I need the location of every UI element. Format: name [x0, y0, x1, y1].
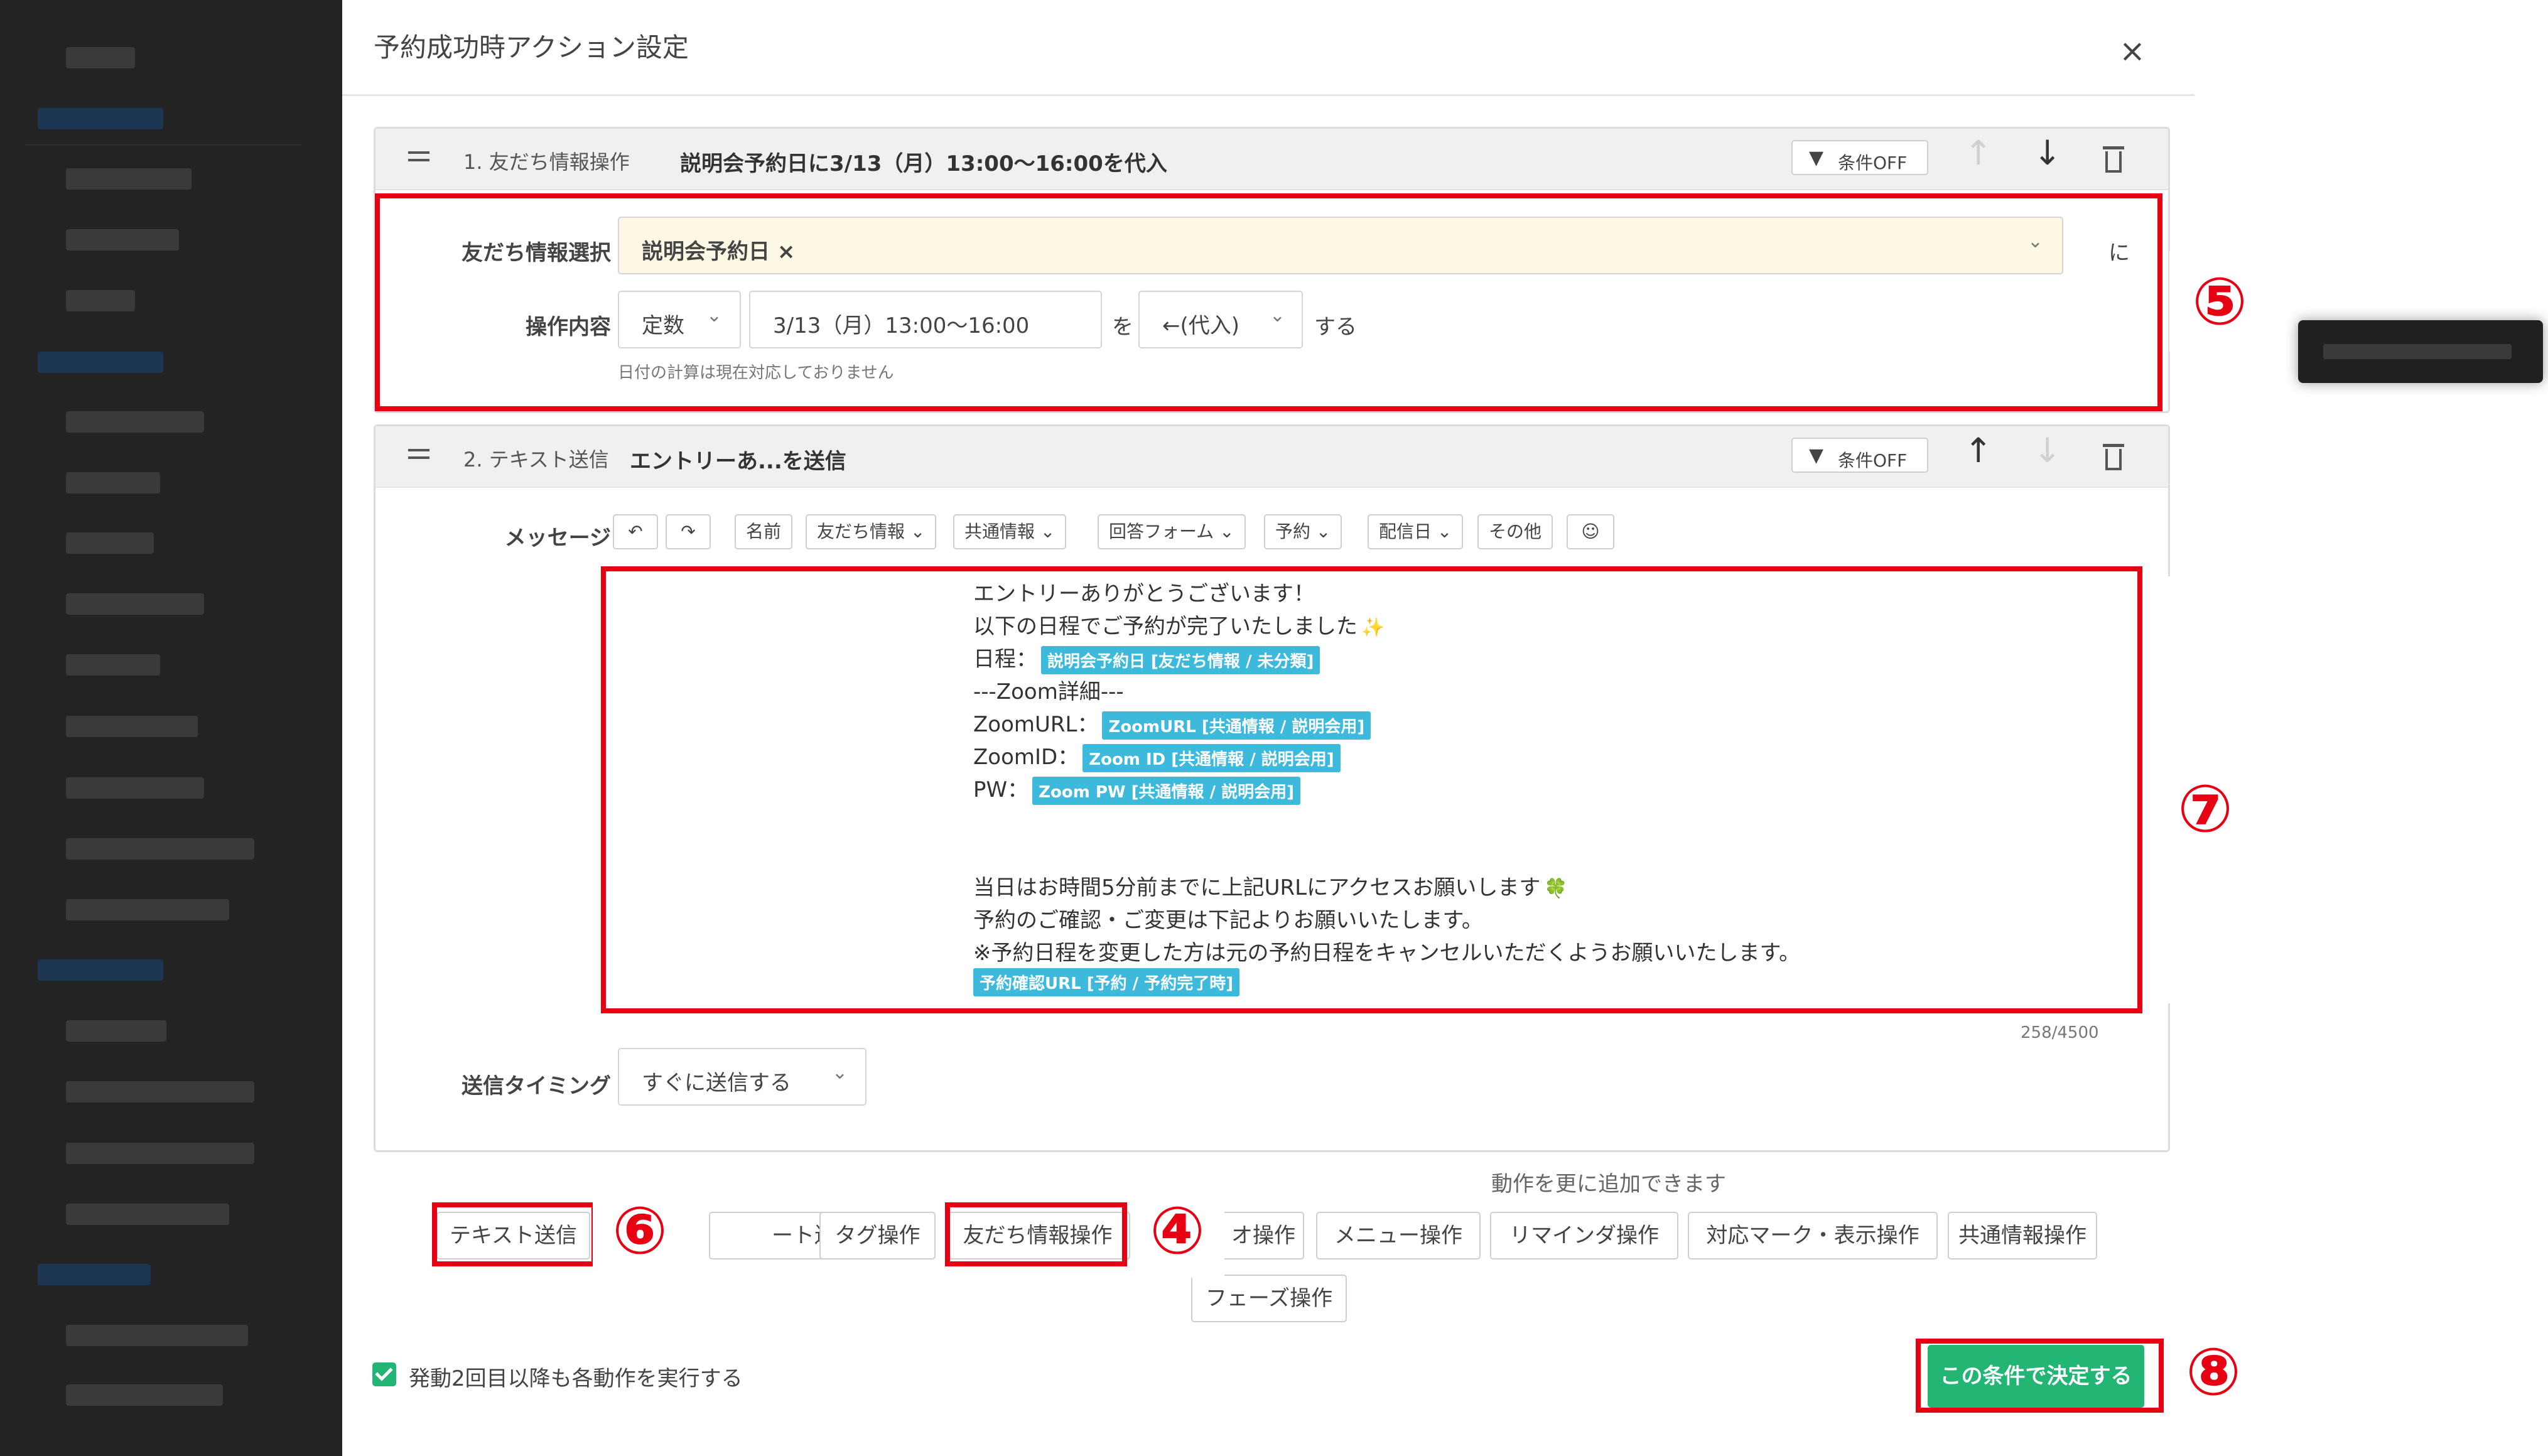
sidebar-item	[66, 1325, 248, 1346]
sidebar-item	[66, 838, 254, 860]
highlight-box	[1916, 1339, 2164, 1413]
sidebar-item	[66, 229, 179, 251]
sidebar-item	[66, 1020, 166, 1042]
sidebar-item	[66, 1143, 254, 1164]
repeat-checkbox-label: 発動2回目以降も各動作を実行する	[409, 1366, 743, 1391]
chevron-down-icon: ⌄	[1437, 521, 1452, 542]
insert-reservation-button[interactable]: 予約 ⌄	[1264, 514, 1342, 549]
move-down-icon: ↓	[2033, 431, 2062, 470]
undo-button[interactable]: ↶	[613, 514, 658, 549]
chevron-down-icon: ⌄	[831, 1062, 848, 1084]
sidebar-item	[66, 411, 204, 433]
sidebar-item	[66, 593, 204, 615]
add-menu-button[interactable]: メニュー操作	[1316, 1212, 1481, 1259]
action-summary: 説明会予約日に3/13（月）13:00〜16:00を代入	[680, 151, 1167, 176]
sidebar-item	[66, 777, 204, 799]
add-actions-label: 動作を更に追加できます	[1491, 1172, 1726, 1197]
highlight-box	[375, 193, 2162, 411]
move-up-icon[interactable]: ↑	[1964, 434, 1992, 468]
drag-handle-icon[interactable]	[408, 151, 429, 166]
divider	[342, 94, 2194, 96]
move-up-icon: ↑	[1964, 133, 1993, 173]
insert-delivery-date-button[interactable]: 配信日 ⌄	[1368, 514, 1464, 549]
sidebar-item	[66, 1081, 254, 1103]
sidebar-item	[66, 1204, 229, 1225]
sidebar-item	[66, 472, 160, 493]
timing-label: 送信タイミング	[462, 1074, 611, 1099]
sidebar-dimmed	[0, 0, 342, 1456]
repeat-checkbox[interactable]	[372, 1362, 396, 1386]
add-mark-display-button[interactable]: 対応マーク・表示操作	[1688, 1212, 1938, 1259]
close-icon[interactable]: ×	[2119, 35, 2146, 67]
action-number: 1. 友だち情報操作	[463, 150, 630, 174]
insert-other-button[interactable]: その他	[1477, 514, 1553, 549]
sidebar-item	[66, 716, 198, 737]
sidebar-item	[66, 899, 229, 920]
sidebar-item	[66, 290, 135, 311]
highlight-box	[601, 566, 2142, 1013]
add-tag-button[interactable]: タグ操作	[819, 1212, 936, 1259]
sidebar-section	[38, 352, 163, 373]
highlight-box	[945, 1202, 1127, 1266]
callout-6: ⑥	[593, 1184, 687, 1278]
char-count: 258/4500	[2021, 1023, 2099, 1042]
timing-select[interactable]: すぐに送信する ⌄	[618, 1048, 866, 1106]
move-down-icon[interactable]: ↓	[2033, 136, 2061, 170]
sidebar-item	[66, 47, 135, 68]
condition-button[interactable]: ▼ 条件OFF	[1791, 438, 1928, 473]
sidebar-section	[38, 959, 163, 981]
sidebar-divider	[25, 144, 301, 146]
insert-friend-info-button[interactable]: 友だち情報 ⌄	[806, 514, 937, 549]
callout-7: ⑦	[2155, 758, 2255, 859]
chevron-down-icon: ⌄	[1315, 521, 1331, 542]
sidebar-item	[66, 654, 160, 676]
drag-handle-icon[interactable]	[408, 449, 429, 464]
chevron-down-icon: ⌄	[1040, 521, 1055, 542]
message-label: メッセージ	[504, 526, 611, 551]
chevron-down-icon: ⌄	[1219, 521, 1234, 542]
action-summary: エントリーあ...を送信	[630, 449, 846, 474]
insert-name-button[interactable]: 名前	[735, 514, 793, 549]
sidebar-section	[38, 1264, 151, 1285]
action-number: 2. テキスト送信	[463, 448, 609, 472]
redo-button[interactable]: ↷	[666, 514, 711, 549]
action-header: 1. 友だち情報操作 説明会予約日に3/13（月）13:00〜16:00を代入 …	[375, 129, 2168, 190]
highlight-box	[432, 1202, 597, 1266]
emoji-icon[interactable]: ☺	[1567, 514, 1614, 549]
add-phase-button[interactable]: フェーズ操作	[1191, 1275, 1347, 1322]
action-header: 2. テキスト送信 エントリーあ...を送信 ▼ 条件OFF ↑ ↓	[375, 426, 2168, 488]
insert-shared-info-button[interactable]: 共通情報 ⌄	[953, 514, 1067, 549]
add-reminder-button[interactable]: リマインダ操作	[1490, 1212, 1678, 1259]
sidebar-item	[66, 1384, 223, 1406]
sidebar-item	[66, 168, 192, 190]
callout-5: ⑤	[2169, 251, 2270, 352]
filter-icon: ▼	[1809, 147, 1824, 169]
delete-icon[interactable]	[2103, 444, 2124, 470]
delete-icon[interactable]	[2103, 146, 2124, 173]
modal-title: 予約成功時アクション設定	[374, 32, 689, 63]
callout-4: ④	[1130, 1184, 1224, 1278]
filter-icon: ▼	[1809, 445, 1824, 466]
chevron-down-icon: ⌄	[910, 521, 926, 542]
condition-button[interactable]: ▼ 条件OFF	[1791, 140, 1928, 175]
preview-button-dimmed	[2298, 320, 2543, 383]
sidebar-section	[38, 108, 163, 129]
sidebar-item	[66, 532, 154, 554]
insert-answer-form-button[interactable]: 回答フォーム ⌄	[1098, 514, 1246, 549]
add-shared-info-button[interactable]: 共通情報操作	[1948, 1212, 2097, 1259]
callout-8: ⑧	[2166, 1325, 2260, 1419]
